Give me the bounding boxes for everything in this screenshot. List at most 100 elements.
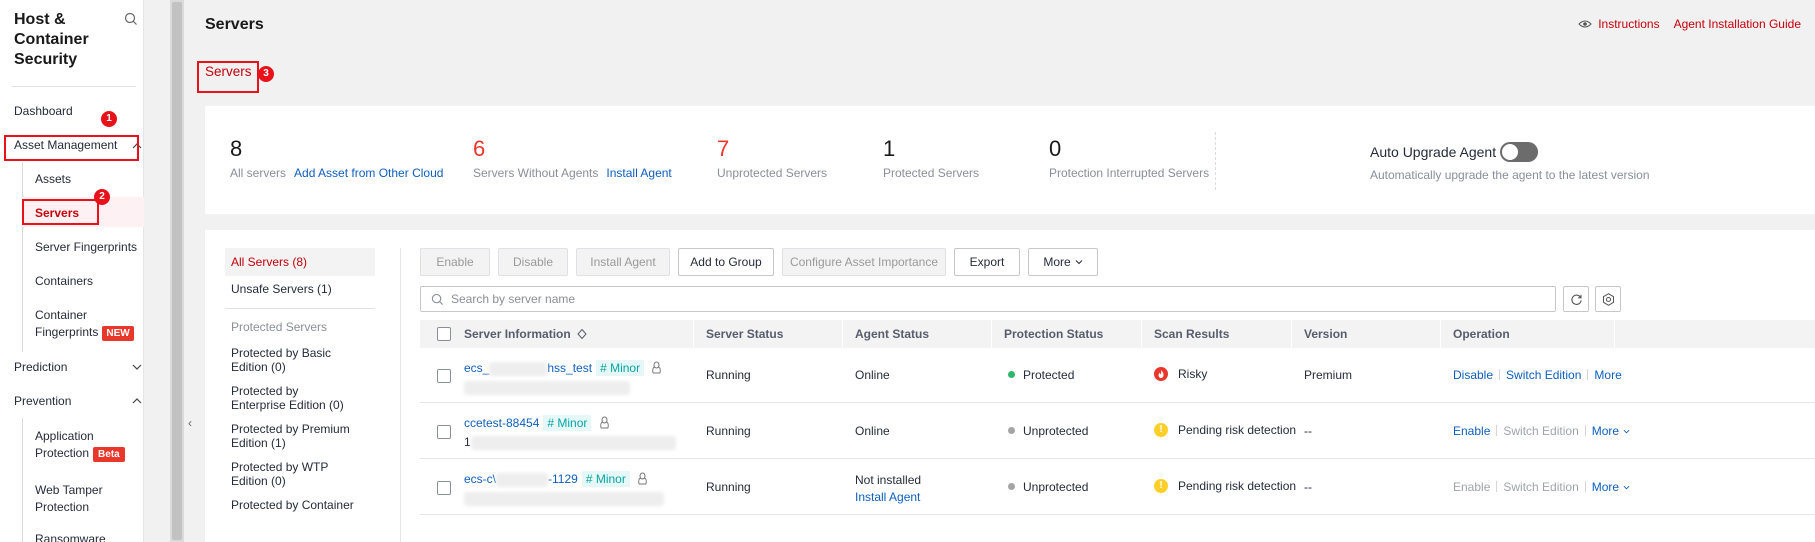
switch-edition-link[interactable]: Switch Edition [1506, 368, 1581, 382]
row-checkbox[interactable] [437, 481, 451, 495]
protection-status-label: Unprotected [1023, 424, 1089, 438]
chevron-down-icon [1623, 485, 1630, 490]
protection-status-cell: Unprotected [1008, 424, 1088, 438]
switch-edition-link[interactable]: Switch Edition [1503, 424, 1578, 438]
status-dot [1008, 483, 1015, 490]
agent-status-cell: Online [855, 424, 890, 438]
more-button[interactable]: More [1028, 248, 1098, 276]
stat-all-servers: 8 All servers Add Asset from Other Cloud [230, 136, 443, 180]
operation-cell: Enable Switch Edition More [1453, 424, 1630, 438]
stat-count: 6 [473, 136, 486, 161]
filter-wtp-edition[interactable]: Protected by WTP Edition (0) [225, 460, 335, 488]
column-server-status: Server Status [694, 320, 843, 348]
collapse-sidebar-handle[interactable]: ‹ [184, 398, 196, 448]
install-agent-link[interactable]: Install Agent [855, 489, 921, 506]
column-server-information[interactable]: Server Information [452, 320, 694, 348]
linux-icon [638, 472, 647, 485]
add-to-group-button[interactable]: Add to Group [678, 248, 774, 276]
summary-card: 8 All servers Add Asset from Other Cloud … [205, 106, 1815, 214]
redacted-text [470, 435, 676, 450]
search-icon[interactable] [124, 12, 138, 26]
enable-link[interactable]: Enable [1453, 480, 1490, 494]
linux-icon [599, 416, 609, 429]
page-title: Servers [205, 16, 264, 33]
sidebar: Host & Container Security Dashboard Asse… [0, 0, 144, 542]
install-agent-button[interactable]: Install Agent [576, 248, 670, 276]
filter-unsafe-servers[interactable]: Unsafe Servers (1) [225, 282, 375, 296]
refresh-button[interactable] [1563, 286, 1589, 312]
version-cell: -- [1304, 480, 1312, 494]
instructions-link[interactable]: Instructions [1598, 17, 1659, 31]
gear-icon [1602, 293, 1615, 306]
filter-premium-edition[interactable]: Protected by Premium Edition (1) [225, 422, 350, 450]
disable-button[interactable]: Disable [498, 248, 568, 276]
stat-unprotected: 7 Unprotected Servers [717, 136, 827, 180]
chevron-down-icon [1075, 260, 1083, 265]
stat-count: 1 [883, 136, 896, 161]
table-row: ecs_ hss_test # Minor Running Online Prote… [420, 348, 1815, 403]
scan-result-label: Pending risk detection [1178, 479, 1297, 493]
more-link[interactable]: More [1592, 480, 1619, 494]
more-link[interactable]: More [1594, 368, 1621, 382]
operation-cell: Enable Switch Edition More [1453, 480, 1630, 494]
add-asset-link[interactable]: Add Asset from Other Cloud [294, 166, 443, 180]
server-name-link[interactable]: ecs-c\ -1129 [464, 472, 578, 487]
server-name-link[interactable]: ccetest-88454 [464, 416, 539, 430]
agent-status-cell: Not installed Install Agent [855, 472, 921, 506]
sidebar-item-container-fingerprints[interactable]: Container Fingerprints NEW [35, 307, 135, 341]
auto-upgrade-title: Auto Upgrade Agent [1370, 144, 1497, 160]
filter-container-edition[interactable]: Protected by Container [225, 498, 375, 512]
stat-without-agents: 6 Servers Without Agents Install Agent [473, 136, 672, 180]
row-checkbox[interactable] [437, 425, 451, 439]
protection-status-cell: Unprotected [1008, 480, 1088, 494]
server-name-part: -1129 [548, 472, 578, 486]
tab-servers[interactable]: Servers [205, 64, 252, 79]
enable-link[interactable]: Enable [1453, 424, 1490, 438]
scrollbar-thumb[interactable] [172, 2, 182, 540]
sidebar-item-application-protection[interactable]: Application Protection Beta [35, 428, 135, 462]
server-name-part: ecs-c\ [464, 472, 497, 486]
sidebar-divider [12, 86, 136, 87]
server-name-link[interactable]: ecs_ hss_test [464, 361, 592, 376]
auto-upgrade-description: Automatically upgrade the agent to the l… [1370, 168, 1650, 182]
risk-flame-icon [1154, 367, 1168, 381]
settings-button[interactable] [1595, 286, 1621, 312]
sidebar-item-assets[interactable]: Assets [35, 171, 71, 188]
enable-button[interactable]: Enable [420, 248, 490, 276]
configure-asset-importance-button[interactable]: Configure Asset Importance [782, 248, 946, 276]
version-cell: -- [1304, 424, 1312, 438]
filter-enterprise-edition[interactable]: Protected by Enterprise Edition (0) [225, 384, 350, 412]
stat-label: Protected Servers [883, 166, 980, 180]
table-row: ccetest-88454 # Minor 1 Running Online Un… [420, 404, 1815, 459]
select-all-checkbox[interactable] [437, 327, 451, 341]
chevron-down-icon [1623, 429, 1630, 434]
auto-upgrade-toggle[interactable] [1500, 142, 1539, 162]
eye-icon [1578, 20, 1592, 28]
scan-result-label: Risky [1178, 367, 1208, 381]
warning-icon: ! [1154, 423, 1168, 437]
scan-results-cell: ! Pending risk detection [1154, 479, 1296, 493]
install-agent-link[interactable]: Install Agent [606, 166, 671, 180]
sort-icon[interactable] [577, 328, 587, 340]
switch-edition-link[interactable]: Switch Edition [1503, 480, 1578, 494]
more-link[interactable]: More [1592, 424, 1619, 438]
table-row: ecs-c\ -1129 # Minor Running Not installed… [420, 460, 1815, 515]
sidebar-item-containers[interactable]: Containers [35, 273, 93, 290]
sidebar-scrollbar[interactable] [170, 0, 184, 542]
disable-link[interactable]: Disable [1453, 368, 1493, 382]
sidebar-item-label: Application Protection [35, 429, 94, 460]
annotation-badge: 3 [258, 66, 274, 82]
export-button[interactable]: Export [954, 248, 1020, 276]
row-checkbox[interactable] [437, 369, 451, 383]
sidebar-item-label: Prevention [14, 394, 72, 408]
sidebar-item-ransomware[interactable]: Ransomware [35, 531, 106, 542]
filter-all-servers[interactable]: All Servers (8) [225, 248, 375, 276]
sidebar-item-label: Prediction [14, 360, 68, 374]
sidebar-item-server-fingerprints[interactable]: Server Fingerprints [35, 239, 137, 256]
chevron-up-icon [132, 398, 142, 404]
search-input[interactable] [451, 287, 1551, 311]
agent-installation-guide-link[interactable]: Agent Installation Guide [1674, 17, 1801, 31]
redacted-text [464, 380, 630, 395]
sidebar-item-web-tamper-protection[interactable]: Web Tamper Protection [35, 482, 135, 516]
filter-basic-edition[interactable]: Protected by Basic Edition (0) [225, 346, 335, 374]
